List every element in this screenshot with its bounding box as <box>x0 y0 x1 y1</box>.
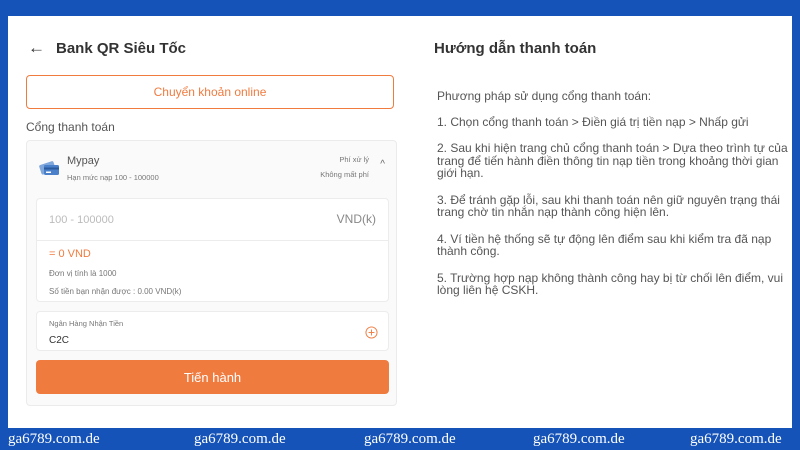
arrow-left-icon[interactable]: ← <box>28 38 50 58</box>
guide-step: 2. Sau khi hiện trang chủ cổng thanh toá… <box>437 141 788 180</box>
guide-intro: Phương pháp sử dụng cổng thanh toán: <box>437 89 652 103</box>
payment-frame: ← Bank QR Siêu Tốc Chuyển khoản online C… <box>8 16 792 428</box>
guide-title: Hướng dẫn thanh toán <box>434 40 597 57</box>
guide-step: 3. Để tránh gặp lỗi, sau khi thanh toán … <box>437 192 780 219</box>
watermark: ga6789.com.de <box>690 431 782 447</box>
gateway-section-label: Cổng thanh toán <box>26 120 115 134</box>
plus-circle-icon[interactable] <box>365 326 378 339</box>
amount-input[interactable] <box>37 199 388 241</box>
gateway-limit: Hạn mức nạp 100 - 100000 <box>67 173 159 182</box>
card-icon <box>39 161 59 175</box>
page-header: ← Bank QR Siêu Tốc <box>28 36 186 60</box>
gateway-name: Mypay <box>67 155 100 167</box>
bank-value: C2C <box>49 335 70 346</box>
fee-value: Không mất phí <box>320 170 369 179</box>
watermark: ga6789.com.de <box>364 431 456 447</box>
gateway-option-mypay[interactable]: Mypay Hạn mức nạp 100 - 100000 Phí xử lý… <box>37 153 387 187</box>
amount-unit: VND(k) <box>336 212 376 226</box>
amount-box: VND(k) = 0 VND Đơn vị tính là 1000 Số ti… <box>36 198 389 302</box>
fee-label: Phí xử lý <box>339 155 369 164</box>
bank-label: Ngân Hàng Nhận Tiền <box>49 319 124 328</box>
guide-step: 4. Ví tiền hệ thống sẽ tự động lên điểm … <box>437 231 772 258</box>
submit-button[interactable]: Tiến hành <box>36 360 389 394</box>
guide-step: 5. Trường hợp nạp không thành công hay b… <box>437 270 784 297</box>
guide-step: 1. Chọn cổng thanh toán > Điền giá trị t… <box>437 114 749 129</box>
guide-body: Phương pháp sử dụng cổng thanh toán: 1. … <box>437 90 792 311</box>
watermark: ga6789.com.de <box>8 431 100 447</box>
received-amount: Số tiền bạn nhận được : 0.00 VND(k) <box>49 287 182 296</box>
gateway-card: Mypay Hạn mức nạp 100 - 100000 Phí xử lý… <box>26 140 397 406</box>
chevron-up-icon[interactable]: ^ <box>380 159 385 170</box>
page-title: Bank QR Siêu Tốc <box>56 39 187 57</box>
watermark: ga6789.com.de <box>194 431 286 447</box>
unit-note: Đơn vị tính là 1000 <box>49 269 117 278</box>
receiving-bank-select[interactable]: Ngân Hàng Nhận Tiền C2C <box>36 311 389 351</box>
watermark: ga6789.com.de <box>533 431 625 447</box>
online-transfer-button[interactable]: Chuyển khoản online <box>26 75 394 109</box>
converted-amount: = 0 VND <box>49 248 91 260</box>
